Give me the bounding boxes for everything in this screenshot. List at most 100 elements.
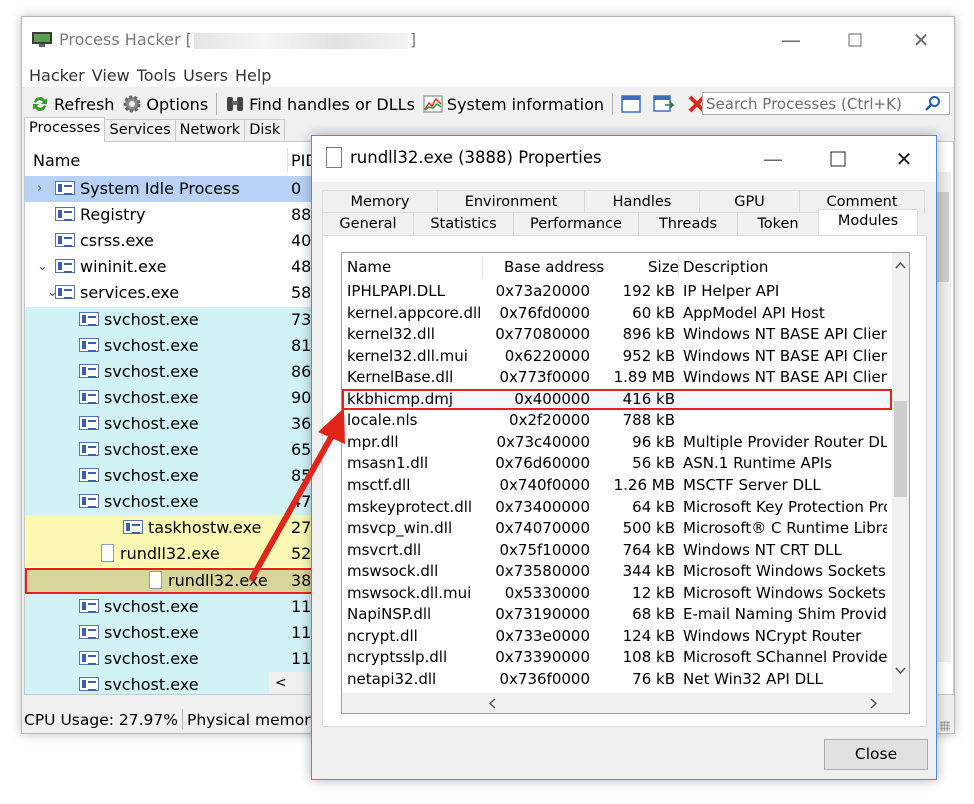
module-row[interactable]: ncryptsslp.dll 0x73390000 108 kB Microsoft … [342,647,892,669]
module-row[interactable]: mpr.dll 0x73c40000 96 kB Multiple Provider … [342,432,892,454]
tab-disk[interactable]: Disk [244,119,286,141]
options-button[interactable]: Options [118,91,212,117]
dialog-minimize-button[interactable]: — [758,144,788,174]
process-row[interactable]: svchost.exe 364 [25,410,335,437]
properties-dialog: rundll32.exe (3888) Properties — ✕ Memor… [311,135,937,780]
process-row[interactable]: Registry 88 [25,202,335,229]
process-row[interactable]: ⌄ wininit.exe 484 [25,254,335,281]
menu-users[interactable]: Users [182,63,234,87]
menu-view[interactable]: View [91,63,136,87]
tab-gpu[interactable]: GPU [699,190,800,213]
resize-grip[interactable] [940,721,950,731]
menu-tools[interactable]: Tools [136,63,182,87]
process-row[interactable]: svchost.exe 904 [25,384,335,411]
process-row[interactable]: svchost.exe 864 [25,358,335,385]
process-row[interactable]: svchost.exe 732 [25,306,335,333]
tab-general[interactable]: General [322,212,414,235]
tab-memory[interactable]: Memory [322,190,438,213]
modules-vertical-scrollbar[interactable] [892,253,909,695]
scroll-right-icon[interactable] [870,698,878,709]
process-row[interactable]: ⌄ services.exe 584 [25,280,335,307]
module-desc: IP Helper API [683,282,780,300]
tab-services[interactable]: Services [104,119,176,141]
module-row[interactable]: msvcrt.dll 0x75f10000 764 kB Windows NT CRT… [342,540,892,562]
find-handles-button[interactable]: Find handles or DLLs [221,91,419,117]
window-target-button[interactable] [649,91,683,117]
tab-threads[interactable]: Threads [638,212,738,235]
dialog-close-x-button[interactable]: ✕ [889,144,919,174]
module-row[interactable]: mswsock.dll 0x73580000 344 kB Microsoft Win… [342,561,892,583]
column-header-size[interactable]: Size [648,258,679,276]
module-row[interactable]: msasn1.dll 0x76d60000 56 kB ASN.1 Runtime A… [342,453,892,475]
process-icon [123,520,143,535]
process-row[interactable]: svchost.exe1100 [25,593,335,620]
process-row[interactable]: ⌄svchost.exe476 [25,489,335,516]
process-row[interactable]: ›svchost.exe812 [25,332,335,359]
tab-statistics[interactable]: Statistics [413,212,514,235]
scroll-thumb[interactable] [937,192,949,282]
search-icon[interactable] [925,95,941,111]
process-row[interactable]: svchost.exe1112 [25,619,335,646]
process-row[interactable]: ›svchost.exe1184 [25,645,335,672]
main-tabs: Processes Services Network Disk [24,117,286,142]
process-row[interactable]: › System Idle Process 0 [25,176,335,202]
close-window-button[interactable]: ✕ [906,25,936,55]
tab-handles[interactable]: Handles [584,190,700,213]
refresh-button[interactable]: Refresh [26,91,118,117]
module-row[interactable]: kernel32.dll.mui 0x6220000 952 kB Windows N… [342,346,892,368]
module-row[interactable]: ncrypt.dll 0x733e0000 124 kB Windows NCrypt… [342,626,892,648]
scroll-left-icon[interactable]: < [275,675,287,691]
scroll-thumb[interactable] [894,401,907,497]
module-row[interactable]: msctf.dll 0x740f0000 1.26 MB MSCTF Server D… [342,475,892,497]
module-row[interactable]: kernel32.dll 0x77080000 896 kB Windows NT B… [342,324,892,346]
scroll-up-icon[interactable] [895,261,906,269]
maximize-button[interactable] [840,25,870,55]
process-icon [79,598,99,613]
process-row[interactable]: ⌄rundll32.exe5224 [25,541,335,568]
tab-modules[interactable]: Modules [818,209,918,235]
module-name: msctf.dll [347,475,411,494]
vertical-scrollbar[interactable] [935,172,951,662]
module-row[interactable]: netapi32.dll 0x736f0000 76 kB Net Win32 API… [342,669,892,691]
process-row[interactable]: svchost.exe 656 [25,437,335,463]
system-information-button[interactable]: System information [419,91,608,117]
menu-help[interactable]: Help [234,63,277,87]
tab-token[interactable]: Token [737,212,819,235]
process-row[interactable]: taskhostw.exe2716 [25,515,335,542]
process-row[interactable]: rundll32.exe3888 [25,567,335,594]
tab-performance[interactable]: Performance [513,212,639,235]
module-desc: ASN.1 Runtime APIs [683,454,833,473]
process-row[interactable]: svchost.exe 856 [25,463,335,490]
minimize-button[interactable]: — [776,25,806,55]
expand-chevron-icon[interactable]: › [37,176,42,202]
window-button[interactable] [617,91,649,117]
module-row[interactable]: locale.nls 0x2f20000 788 kB [342,410,892,432]
module-row[interactable]: kernel.appcore.dll 0x76fd0000 60 kB AppMode… [342,303,892,325]
tab-network[interactable]: Network [174,119,246,141]
module-row[interactable]: IPHLPAPI.DLL 0x73a20000 192 kB IP Helper AP… [342,281,892,303]
tab-environment[interactable]: Environment [437,190,585,213]
modules-horizontal-scrollbar[interactable] [342,693,909,713]
modules-list[interactable]: Name Base address Size Description IPHLP… [341,252,910,714]
module-row[interactable]: mskeyprotect.dll 0x73400000 64 kB Microsoft… [342,497,892,519]
collapse-chevron-icon[interactable]: ⌄ [37,254,48,280]
search-input[interactable]: Search Processes (Ctrl+K) [702,92,950,115]
module-row[interactable]: NapiNSP.dll 0x73190000 68 kB E-mail Naming … [342,604,892,626]
module-row[interactable]: msvcp_win.dll 0x74070000 500 kB Microsoft® … [342,518,892,540]
column-header-base-address[interactable]: Base address [504,258,604,276]
dialog-maximize-button[interactable] [823,144,853,174]
module-row[interactable]: kkbhicmp.dmj 0x400000 416 kB [342,388,892,411]
column-header-description[interactable]: Description [683,258,768,276]
menu-hacker[interactable]: Hacker [28,63,91,87]
tab-processes[interactable]: Processes [24,117,106,142]
module-row[interactable]: KernelBase.dll 0x773f0000 1.89 MB Windows N… [342,367,892,389]
close-button[interactable]: Close [824,739,928,770]
module-size: 500 kB [622,519,675,538]
module-name: mswsock.dll [347,562,439,581]
column-header-name[interactable]: Name [33,142,80,176]
column-header-name[interactable]: Name [347,258,391,276]
scroll-left-icon[interactable] [488,698,496,709]
process-row[interactable]: csrss.exe 408 [25,228,335,255]
scroll-down-icon[interactable] [895,667,906,675]
module-row[interactable]: mswsock.dll.mui 0x5330000 12 kB Microsoft W… [342,583,892,605]
